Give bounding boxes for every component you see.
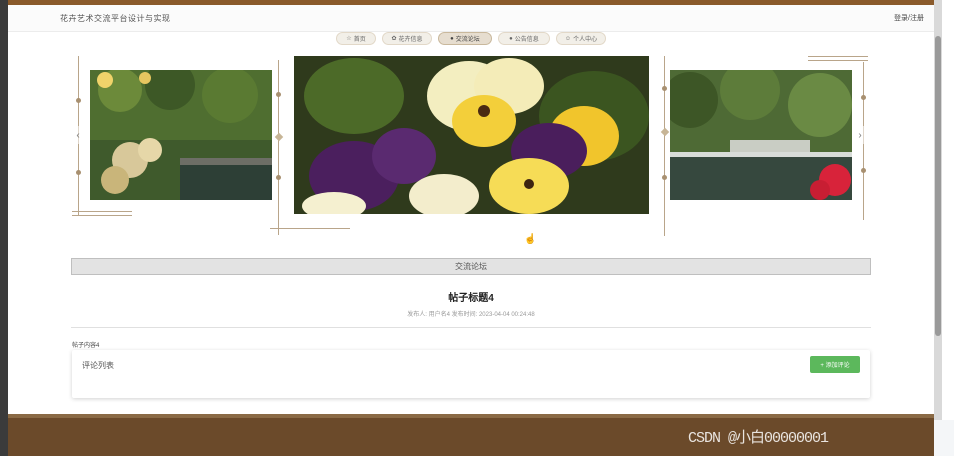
nav-item-user-center[interactable]: ☺ 个人中心 — [556, 32, 606, 45]
frame-dot — [76, 98, 81, 103]
frame-line — [278, 60, 279, 235]
frame-line — [72, 215, 132, 216]
window-frame-right — [934, 420, 954, 456]
nav-item-home[interactable]: ☆ 首页 — [336, 32, 376, 45]
carousel-slide-right[interactable] — [670, 70, 852, 200]
main-nav: ☆ 首页 ✿ 花卉信息 ● 交流论坛 ● 公告信息 ☺ 个人中心 — [0, 32, 934, 46]
garden-pond-image — [90, 70, 272, 200]
frame-line — [808, 60, 868, 61]
nav-item-label: 交流论坛 — [455, 37, 480, 43]
carousel-prev-button[interactable]: ‹ — [72, 126, 84, 144]
garden-bridge-image — [670, 70, 852, 200]
frame-line — [664, 56, 665, 236]
frame-line — [72, 211, 132, 212]
section-title-bar: 交流论坛 — [71, 258, 871, 275]
post-title: 帖子标题4 — [448, 293, 494, 304]
frame-diamond — [274, 132, 284, 142]
frame-dot — [662, 86, 667, 91]
frame-dot — [276, 92, 281, 97]
nav-item-label: 个人中心 — [573, 37, 598, 43]
frame-line — [808, 56, 868, 57]
comment-list-heading: 评论列表 — [82, 361, 114, 370]
frame-dot — [861, 168, 866, 173]
home-icon: ☆ — [346, 36, 352, 42]
nav-item-forum[interactable]: ● 交流论坛 — [438, 32, 492, 45]
window-frame-left — [0, 0, 8, 456]
user-icon: ☺ — [564, 35, 572, 42]
post-content: 帖子内容4 — [72, 343, 100, 349]
pansy-flowers-image — [294, 56, 649, 214]
nav-item-label: 花卉信息 — [398, 37, 423, 43]
nav-item-notice[interactable]: ● 公告信息 — [498, 32, 550, 45]
frame-diamond — [660, 127, 670, 137]
forum-icon: ● — [450, 35, 454, 42]
nav-item-label: 公告信息 — [514, 37, 539, 43]
comment-list-card: 评论列表 + 添加评论 — [72, 350, 870, 398]
flower-icon: ✿ — [391, 36, 397, 42]
frame-line — [270, 228, 350, 229]
frame-dot — [276, 175, 281, 180]
post-meta: 发布人: 用户名4 发布时间: 2023-04-04 00:24:48 — [407, 312, 535, 318]
watermark: CSDN @小白00000001 — [688, 430, 829, 447]
header: 花卉艺术交流平台设计与实现 登录/注册 — [8, 5, 934, 32]
notice-icon: ● — [509, 35, 513, 42]
add-comment-button[interactable]: + 添加评论 — [810, 356, 860, 373]
nav-item-flower-info[interactable]: ✿ 花卉信息 — [382, 32, 432, 45]
frame-dot — [662, 175, 667, 180]
login-register-link[interactable]: 登录/注册 — [894, 13, 924, 23]
carousel-next-button[interactable]: › — [854, 126, 866, 144]
divider — [71, 327, 871, 328]
nav-item-label: 首页 — [353, 37, 366, 43]
hand-cursor-icon: ☝ — [524, 234, 537, 245]
site-title: 花卉艺术交流平台设计与实现 — [60, 14, 171, 23]
frame-dot — [861, 95, 866, 100]
carousel-slide-left[interactable] — [90, 70, 272, 200]
carousel-slide-center[interactable] — [294, 56, 649, 214]
frame-dot — [76, 170, 81, 175]
banner-carousel: ‹ › — [70, 50, 870, 240]
